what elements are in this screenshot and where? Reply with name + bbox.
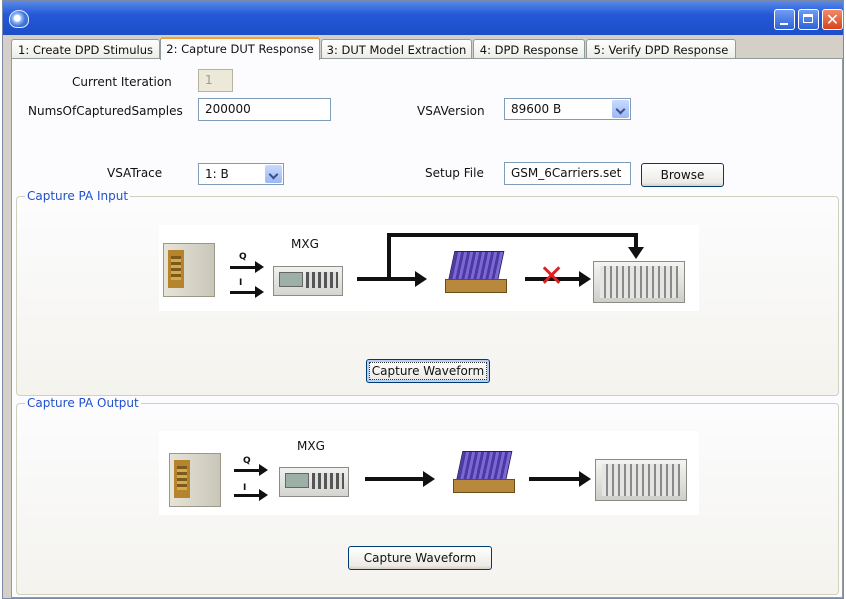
app-icon xyxy=(9,10,29,28)
blocked-path-cross-icon: ✕ xyxy=(539,259,565,294)
i-label: I xyxy=(239,278,243,288)
tab-capture-dut-response[interactable]: 2: Capture DUT Response xyxy=(160,37,320,60)
capture-pa-input-legend: Capture PA Input xyxy=(25,189,131,203)
mxg-label: MXG xyxy=(297,439,325,453)
capture-pa-input-group: Capture PA Input Q I MXG ✕ Capture Wavef xyxy=(16,189,839,396)
bypass-line-horizontal xyxy=(387,233,638,237)
minimize-button[interactable] xyxy=(774,9,795,30)
vsa-trace-select[interactable]: 1: B xyxy=(198,163,284,185)
num-samples-label: NumsOfCapturedSamples xyxy=(28,104,183,118)
i-arrow xyxy=(234,489,268,501)
vsa-analyzer-device xyxy=(593,261,685,303)
q-label: Q xyxy=(239,252,247,262)
mxg-label: MXG xyxy=(291,237,319,251)
bypass-arrow-head xyxy=(628,247,644,259)
pa-input-diagram: Q I MXG ✕ xyxy=(159,225,699,311)
maximize-button[interactable] xyxy=(798,9,819,30)
title-bar[interactable]: ✕ xyxy=(3,1,843,35)
bypass-line-vertical xyxy=(387,233,391,280)
vsa-version-select[interactable]: 89600 B xyxy=(504,98,631,120)
capture-output-waveform-button[interactable]: Capture Waveform xyxy=(348,546,492,570)
tab-dut-model-extraction[interactable]: 3: DUT Model Extraction xyxy=(321,39,472,59)
capture-pa-output-legend: Capture PA Output xyxy=(25,396,141,410)
vsa-trace-label: VSATrace xyxy=(107,166,163,180)
power-amplifier-device xyxy=(445,251,507,297)
tab-verify-dpd-response[interactable]: 5: Verify DPD Response xyxy=(586,39,736,59)
setup-file-input[interactable]: GSM_6Carriers.set xyxy=(504,162,631,185)
capture-pa-output-group: Capture PA Output Q I MXG Capture Wavefo… xyxy=(16,396,839,595)
close-button[interactable]: ✕ xyxy=(822,9,843,30)
tab-panel: Current Iteration 1 NumsOfCapturedSample… xyxy=(11,58,843,598)
vsa-version-label: VSAVersion xyxy=(417,104,485,118)
vsa-version-value: 89600 B xyxy=(511,102,562,116)
browse-button[interactable]: Browse xyxy=(641,163,724,187)
num-samples-input[interactable]: 200000 xyxy=(198,98,331,121)
tab-create-dpd-stimulus[interactable]: 1: Create DPD Stimulus xyxy=(11,39,160,59)
q-arrow xyxy=(230,261,264,273)
capture-input-waveform-button[interactable]: Capture Waveform xyxy=(366,359,490,383)
tab-dpd-response[interactable]: 4: DPD Response xyxy=(473,39,585,59)
i-arrow xyxy=(230,286,264,298)
setup-file-label: Setup File xyxy=(425,166,484,180)
signal-source-device xyxy=(163,243,215,297)
pa-to-vsa-arrow xyxy=(529,471,591,487)
power-amplifier-device xyxy=(453,451,515,497)
close-icon: ✕ xyxy=(825,10,840,29)
vsa-trace-value: 1: B xyxy=(205,167,229,181)
chevron-down-icon[interactable] xyxy=(612,100,629,118)
app-window: ✕ 1: Create DPD Stimulus 2: Capture DUT … xyxy=(2,0,844,599)
chevron-down-icon[interactable] xyxy=(265,165,282,183)
current-iteration-label: Current Iteration xyxy=(72,75,172,89)
mxg-generator-device xyxy=(279,467,349,497)
mxg-generator-device xyxy=(273,266,343,296)
q-label: Q xyxy=(243,456,251,466)
mxg-to-pa-arrow xyxy=(365,471,435,487)
vsa-analyzer-device xyxy=(595,459,687,501)
signal-source-device xyxy=(169,453,221,507)
q-arrow xyxy=(234,464,268,476)
pa-output-diagram: Q I MXG xyxy=(159,431,699,515)
current-iteration-field: 1 xyxy=(198,69,233,92)
i-label: I xyxy=(243,483,247,493)
